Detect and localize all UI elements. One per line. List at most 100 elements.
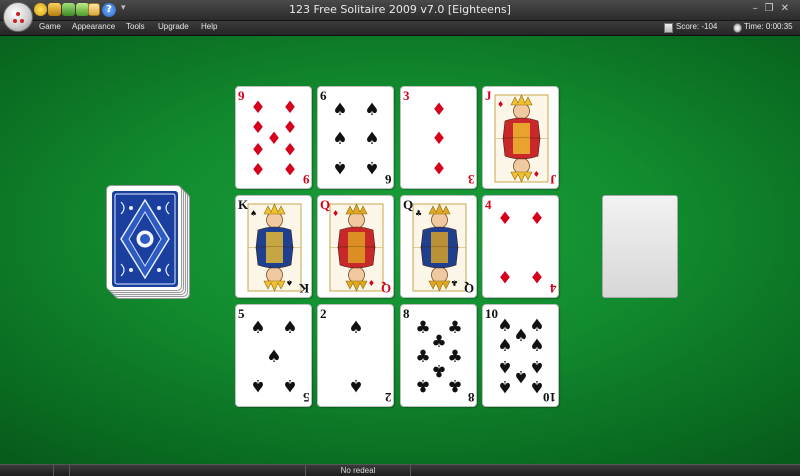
card-rank-label: 10 (543, 390, 556, 405)
card-rank-label: Q (463, 281, 474, 296)
svg-text:♠: ♠ (497, 376, 512, 396)
card-4-of-diamonds[interactable]: ♦ ♦ ♦ ♦ 4 4 (482, 195, 559, 298)
redeal-status: No redeal (340, 466, 376, 475)
svg-text:♠: ♠ (282, 375, 297, 395)
card-rank-label: Q (380, 281, 391, 296)
card-rank-label: 8 (403, 306, 410, 321)
card-queen-of-diamonds[interactable]: ♦ ♦ Q Q (317, 195, 394, 298)
svg-text:♦: ♦ (282, 98, 297, 118)
card-2-of-spades[interactable]: ♠ ♠ 2 2 (317, 304, 394, 407)
svg-text:♦: ♦ (497, 266, 512, 286)
svg-text:♠: ♠ (364, 129, 379, 149)
close-icon[interactable]: ✕ (781, 3, 796, 14)
svg-text:♣: ♣ (447, 318, 462, 338)
card-rank-label: 6 (384, 172, 392, 187)
card-rank-label: 2 (384, 390, 392, 405)
card-rank-label: 2 (320, 306, 327, 321)
card-rank-label: 3 (467, 172, 475, 187)
card-rank-label: 5 (302, 390, 310, 405)
card-6-of-spades[interactable]: ♠ ♠ ♠ ♠ ♠ ♠ 6 6 (317, 86, 394, 189)
svg-text:♠: ♠ (250, 318, 265, 338)
card-rank-label: 3 (403, 88, 410, 103)
status-bar: No redeal (0, 464, 800, 476)
menu-help[interactable]: Help (201, 22, 217, 31)
menu-upgrade[interactable]: Upgrade (158, 22, 189, 31)
clock-icon (733, 23, 742, 33)
card-3-of-diamonds[interactable]: ♦ ♦ ♦ 3 3 (400, 86, 477, 189)
svg-text:♠: ♠ (332, 157, 347, 177)
svg-text:♣: ♣ (415, 209, 422, 218)
card-9-of-diamonds[interactable]: ♦ ♦ ♦ ♦ ♦ ♦ ♦ ♦ ♦ 9 9 (235, 86, 312, 189)
svg-text:♠: ♠ (497, 336, 512, 356)
stock-pile[interactable] (106, 185, 190, 299)
svg-text:♠: ♠ (497, 316, 512, 336)
title-bar: ? ▾ 123 Free Solitaire 2009 v7.0 [Eighte… (0, 0, 800, 21)
maximize-icon[interactable]: ❐ (765, 3, 781, 14)
card-rank-label: 9 (302, 172, 310, 187)
svg-text:♦: ♦ (282, 118, 297, 138)
svg-text:♣: ♣ (451, 278, 458, 287)
svg-text:♠: ♠ (332, 100, 347, 120)
svg-text:♦: ♦ (332, 209, 339, 218)
card-rank-label: J (485, 88, 492, 103)
card-jack-of-diamonds[interactable]: ♦ ♦ J J (482, 86, 559, 189)
foundation-slot[interactable] (602, 195, 678, 298)
svg-text:♣: ♣ (447, 375, 462, 395)
svg-text:♦: ♦ (250, 118, 265, 138)
svg-text:♦: ♦ (529, 266, 544, 286)
card-5-of-spades[interactable]: ♠ ♠ ♠ ♠ ♠ 5 5 (235, 304, 312, 407)
card-rank-label: 6 (320, 88, 327, 103)
svg-text:♠: ♠ (513, 326, 528, 346)
card-rank-label: 9 (238, 88, 245, 103)
card-rank-label: Q (403, 197, 414, 212)
svg-text:♣: ♣ (431, 360, 446, 380)
svg-text:♣: ♣ (415, 318, 430, 338)
card-8-of-clubs[interactable]: ♣ ♣ ♣ ♣ ♣ ♣ ♣ ♣ 8 8 (400, 304, 477, 407)
window-title: 123 Free Solitaire 2009 v7.0 [Eighteens] (289, 3, 511, 16)
svg-text:♠: ♠ (497, 356, 512, 376)
svg-text:♦: ♦ (266, 129, 281, 149)
svg-text:♠: ♠ (348, 375, 363, 395)
card-rank-label: 10 (485, 306, 498, 321)
svg-text:♠: ♠ (282, 318, 297, 338)
svg-text:♦: ♦ (431, 129, 446, 149)
app-menu-orb[interactable] (3, 2, 33, 32)
svg-text:♦: ♦ (497, 100, 504, 109)
svg-text:♣: ♣ (415, 347, 430, 367)
svg-text:♦: ♦ (282, 158, 297, 178)
svg-text:♦: ♦ (529, 209, 544, 229)
menu-game[interactable]: Game (39, 22, 61, 31)
score-icon (664, 23, 673, 33)
card-rank-label: 5 (238, 306, 245, 321)
card-rank-label: 4 (549, 281, 557, 296)
svg-text:♠: ♠ (332, 129, 347, 149)
svg-text:♦: ♦ (250, 138, 265, 158)
card-rank-label: J (549, 172, 557, 187)
menu-appearance[interactable]: Appearance (72, 22, 115, 31)
svg-text:♠: ♠ (529, 336, 544, 356)
minimize-icon[interactable]: – (753, 3, 765, 14)
svg-text:♠: ♠ (364, 157, 379, 177)
svg-text:♦: ♦ (368, 278, 375, 287)
svg-text:♠: ♠ (266, 347, 281, 367)
svg-text:♦: ♦ (250, 158, 265, 178)
svg-text:♦: ♦ (497, 209, 512, 229)
card-queen-of-clubs[interactable]: ♣ ♣ Q Q (400, 195, 477, 298)
svg-text:♦: ♦ (282, 138, 297, 158)
svg-text:♠: ♠ (250, 209, 257, 218)
card-king-of-spades[interactable]: ♠ ♠ K K (235, 195, 312, 298)
score-display: Score: -104 (676, 22, 718, 31)
svg-text:♠: ♠ (529, 316, 544, 336)
svg-text:♣: ♣ (431, 332, 446, 352)
card-rank-label: K (238, 197, 249, 212)
time-display: Time: 0:00:35 (744, 22, 793, 31)
svg-text:♦: ♦ (533, 169, 540, 178)
svg-text:♠: ♠ (348, 318, 363, 338)
svg-text:♠: ♠ (529, 356, 544, 376)
card-10-of-spades[interactable]: ♠ ♠ ♠ ♠ ♠ ♠ ♠ ♠ ♠ ♠ 10 10 (482, 304, 559, 407)
menu-tools[interactable]: Tools (126, 22, 145, 31)
svg-text:♠: ♠ (364, 100, 379, 120)
card-rank-label: 4 (485, 197, 492, 212)
card-back[interactable] (106, 185, 182, 291)
card-rank-label: 8 (467, 390, 475, 405)
